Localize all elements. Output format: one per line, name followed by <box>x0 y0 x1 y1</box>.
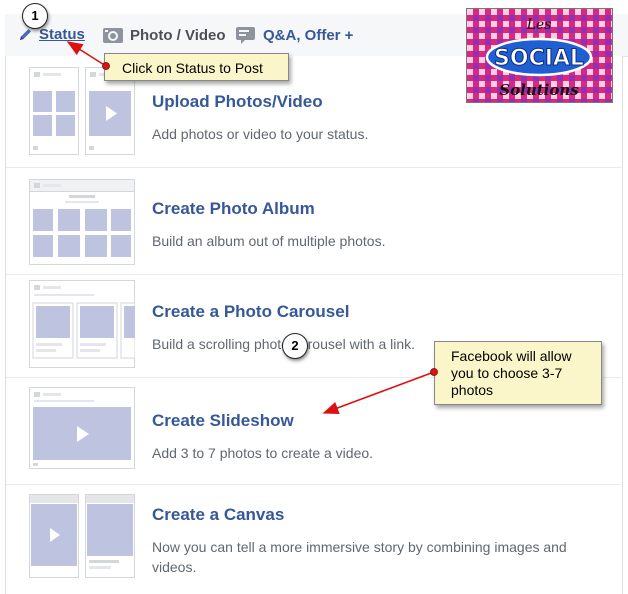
tab-status-label: Status <box>39 26 85 43</box>
photo-album-thumbnail <box>29 179 135 265</box>
option-title[interactable]: Create a Canvas <box>152 505 284 525</box>
option-create-canvas[interactable]: Create a Canvas Now you can tell a more … <box>6 485 622 594</box>
option-description: Now you can tell a more immersive story … <box>152 539 567 575</box>
logo-text-social: SOCIAL <box>494 46 584 71</box>
tab-status[interactable]: Status <box>17 26 85 43</box>
option-description: Build an album out of multiple photos. <box>152 233 386 249</box>
photo-carousel-thumbnail <box>29 280 135 368</box>
logo-text-les: Les <box>526 17 552 33</box>
canvas-thumbnail <box>29 494 135 578</box>
option-title[interactable]: Create Slideshow <box>152 411 294 431</box>
chat-icon <box>236 27 255 44</box>
tab-photo-video[interactable]: Photo / Video <box>102 26 226 44</box>
annotation-marker-2: 2 <box>282 333 308 359</box>
composer-options-panel: Upload Photos/Video Add photos or video … <box>5 56 623 594</box>
option-title[interactable]: Upload Photos/Video <box>152 92 323 112</box>
option-title[interactable]: Create a Photo Carousel <box>152 302 349 322</box>
option-create-photo-album[interactable]: Create Photo Album Build an album out of… <box>6 168 622 275</box>
option-description: Add 3 to 7 photos to create a video. <box>152 445 374 461</box>
annotation-marker-1: 1 <box>22 3 48 29</box>
pencil-icon <box>20 28 31 40</box>
annotation-callout-1: Click on Status to Post <box>104 53 289 81</box>
camera-icon <box>103 28 123 43</box>
logo-text-solutions: Solutions <box>499 81 579 99</box>
logo-graphic: Les SOCIAL Solutions <box>467 9 612 102</box>
tab-qa-offer-label: Q&A, Offer + <box>263 26 354 44</box>
annotation-callout-2: Facebook will allow you to choose 3-7 ph… <box>434 341 602 405</box>
option-title[interactable]: Create Photo Album <box>152 199 315 219</box>
tab-photo-video-label: Photo / Video <box>130 26 226 44</box>
slideshow-thumbnail <box>29 387 135 469</box>
option-description: Add photos or video to your status. <box>152 126 369 142</box>
tab-qa-offer[interactable]: Q&A, Offer + <box>235 26 353 44</box>
social-solutions-logo: Les SOCIAL Solutions <box>466 8 613 103</box>
